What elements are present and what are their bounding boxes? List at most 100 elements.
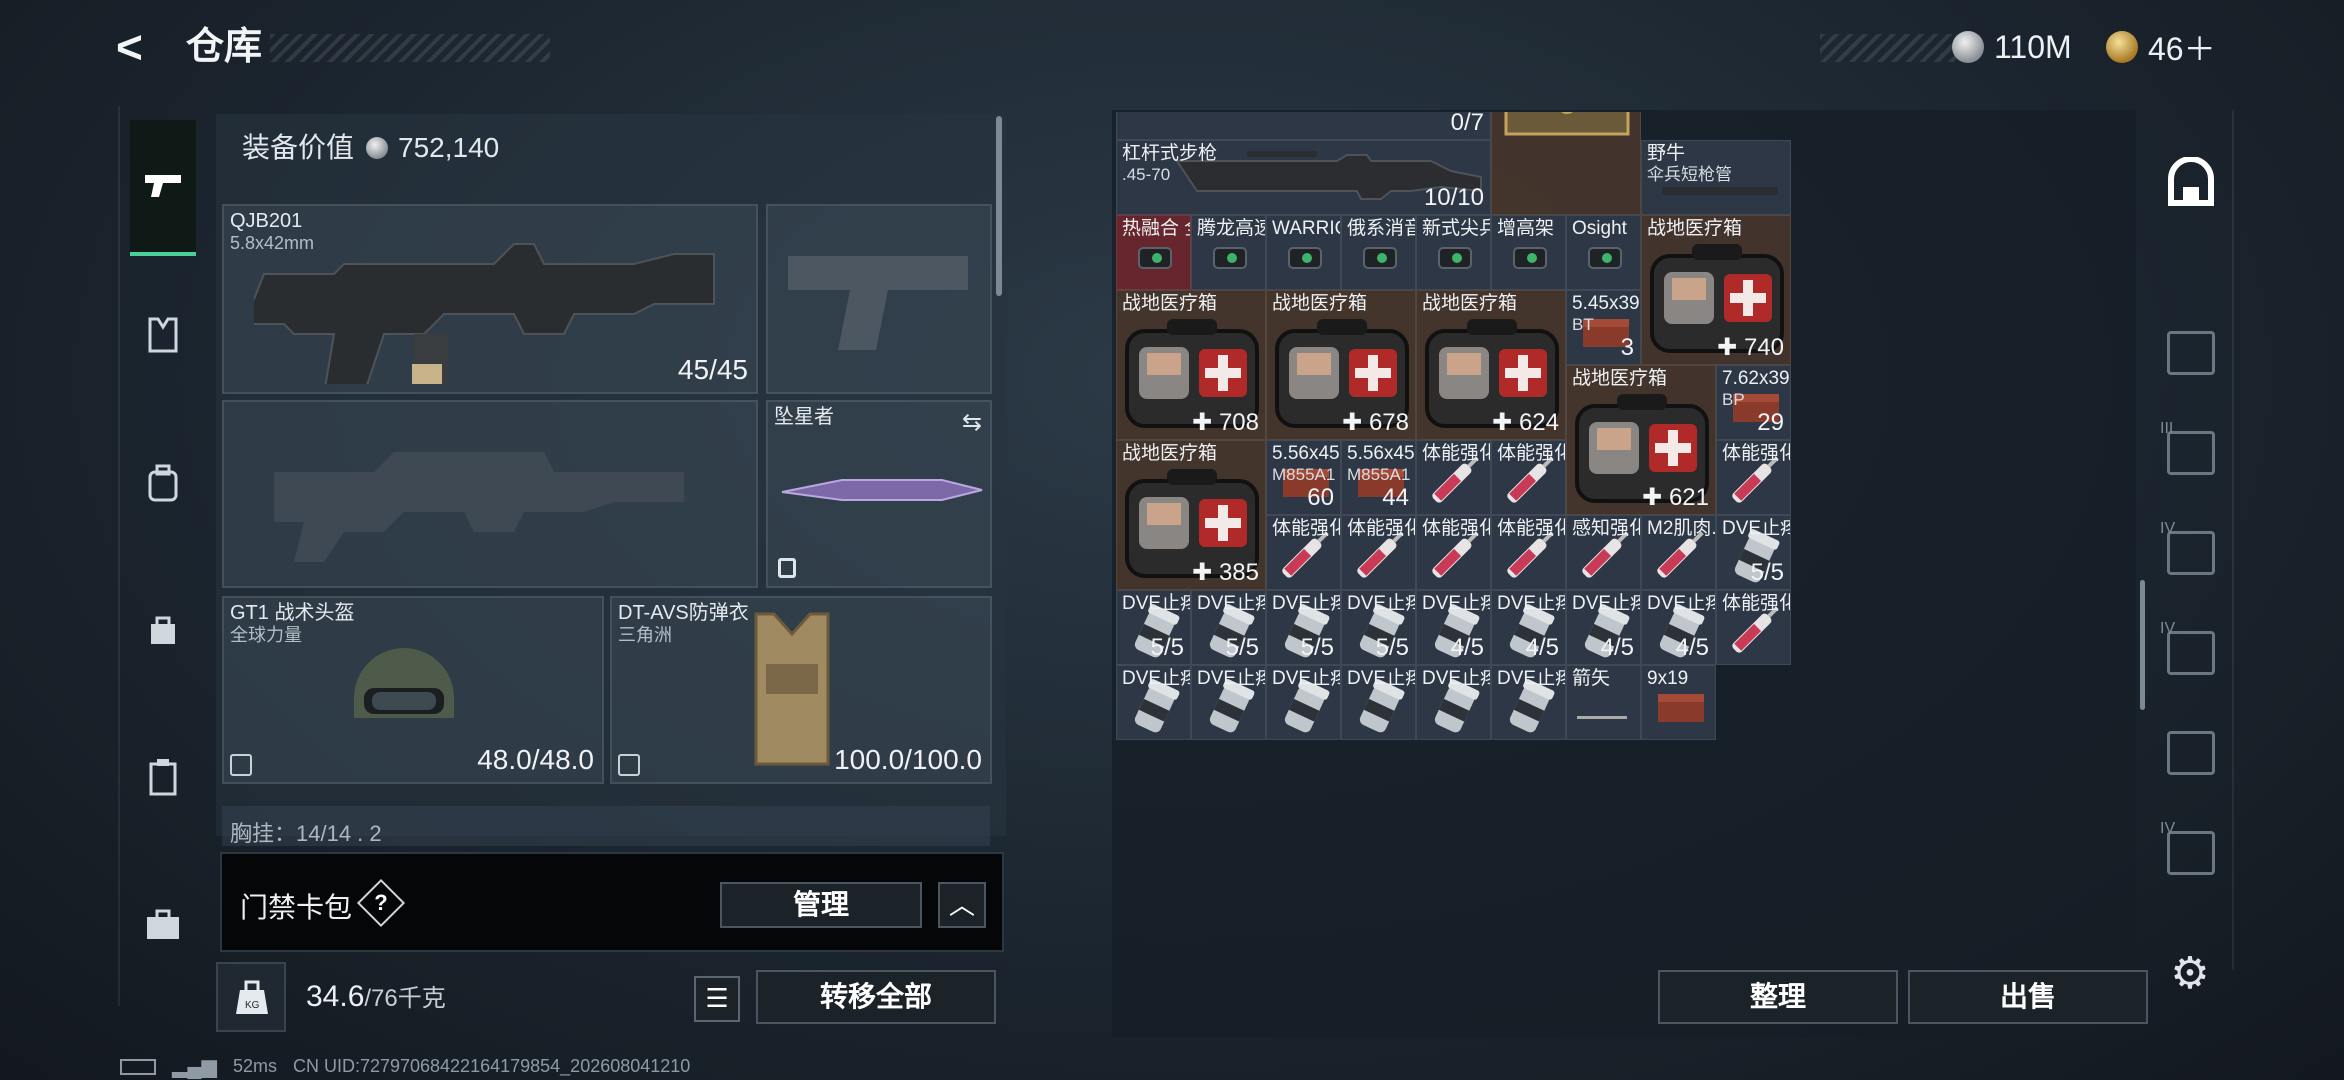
- armor-slot[interactable]: DT-AVS防弹衣 三角洲 100.0/100.0: [610, 596, 992, 784]
- help-icon[interactable]: ?: [364, 886, 398, 920]
- gold-currency[interactable]: 46＋: [2106, 26, 2216, 68]
- gold-amount: 46＋: [2148, 31, 2216, 67]
- gear-icon[interactable]: ⚙: [2164, 948, 2216, 1000]
- stash-item-rifle[interactable]: 杠杆式步枪 .45-70 10/10: [1116, 140, 1491, 215]
- sort-button[interactable]: 整理: [1658, 970, 1898, 1024]
- stash-item-dve7[interactable]: DVE止疼片 4/5: [1566, 590, 1641, 665]
- stash-item-med2[interactable]: 战地医疗箱 ✚ 708: [1116, 290, 1266, 440]
- manage-button[interactable]: 管理: [720, 882, 922, 928]
- nav-pouch-tab[interactable]: [130, 744, 196, 810]
- stash-item-dve3[interactable]: DVE止疼片 5/5: [1266, 590, 1341, 665]
- item-name: 5.56x45: [1347, 443, 1415, 464]
- stash-item-stim2[interactable]: 体能强化剂: [1491, 440, 1566, 515]
- container-2-icon[interactable]: [2158, 320, 2224, 386]
- item-name: 体能强化剂: [1272, 518, 1340, 539]
- list-view-icon[interactable]: ☰: [694, 976, 740, 1022]
- item-count: 3: [1620, 334, 1634, 361]
- pistol-slot[interactable]: [766, 204, 992, 394]
- stash-item-ammo556b[interactable]: 5.56x45 M855A1 44: [1341, 440, 1416, 515]
- stash-item-suppressor[interactable]: 俄系消音: [1341, 215, 1416, 290]
- stash-item-ammo545[interactable]: 5.45x39 BT 3: [1566, 290, 1641, 365]
- stash-item-stim3[interactable]: 体能强化剂: [1716, 440, 1791, 515]
- stash-item-med1[interactable]: 战地医疗箱 ✚ 740: [1641, 215, 1791, 365]
- stash-item-thermal[interactable]: 热融合 全息: [1116, 215, 1191, 290]
- stash-item-ammo556a[interactable]: 5.56x45 M855A1 60: [1266, 440, 1341, 515]
- container-5-icon[interactable]: IV: [2158, 620, 2224, 686]
- stash-item-dve4[interactable]: DVE止疼片 5/5: [1341, 590, 1416, 665]
- container-6-icon[interactable]: [2158, 720, 2224, 786]
- item-name: 体能强化剂: [1722, 443, 1790, 464]
- item-count: 4/5: [1675, 634, 1709, 661]
- stash-item-dve14[interactable]: DVE止疼片: [1491, 665, 1566, 740]
- stash-item-dve9[interactable]: DVE止疼片: [1116, 665, 1191, 740]
- nav-armor-tab[interactable]: [130, 302, 196, 368]
- stash-item-riser[interactable]: 增高架: [1491, 215, 1566, 290]
- stash-item-dve10[interactable]: DVE止疼片: [1191, 665, 1266, 740]
- nav-backpack-tab[interactable]: [130, 450, 196, 516]
- silver-currency[interactable]: 110M: [1952, 26, 2072, 68]
- stash-item-dve12[interactable]: DVE止疼片: [1341, 665, 1416, 740]
- stash-item-stim5[interactable]: 体能强化剂: [1341, 515, 1416, 590]
- item-count: 60: [1307, 484, 1334, 511]
- item-name: 体能强化剂: [1497, 443, 1565, 464]
- nav-bag-tab[interactable]: [130, 596, 196, 662]
- item-count: 5/5: [1150, 634, 1184, 661]
- knife-icon: [781, 479, 983, 501]
- collapse-button[interactable]: ︿: [938, 882, 986, 928]
- loadout-scrollbar[interactable]: [996, 116, 1002, 296]
- item-sub: BT: [1572, 315, 1594, 334]
- nav-case-tab[interactable]: [130, 892, 196, 958]
- stash-item-dve2[interactable]: DVE止疼片 5/5: [1191, 590, 1266, 665]
- stash-item-warrior[interactable]: WARRIO...: [1266, 215, 1341, 290]
- stash-item-dve6[interactable]: DVE止疼片 4/5: [1491, 590, 1566, 665]
- stash-item-dve1[interactable]: DVE止疼片 5/5: [1116, 590, 1191, 665]
- helmet-slot[interactable]: GT1 战术头盔 全球力量 48.0/48.0: [222, 596, 604, 784]
- stash-scrollbar[interactable]: [2140, 580, 2145, 710]
- container-3-icon[interactable]: III: [2158, 420, 2224, 486]
- melee-slot[interactable]: 坠星者 ⇆: [766, 400, 992, 588]
- stash-item-med6[interactable]: 战地医疗箱 ✚ 385: [1116, 440, 1266, 590]
- stash-item-stim7[interactable]: 体能强化剂: [1491, 515, 1566, 590]
- stash-item-dve13[interactable]: DVE止疼片: [1416, 665, 1491, 740]
- stash-item-ammo9[interactable]: 9x19: [1641, 665, 1716, 740]
- helmet-durability: 48.0/48.0: [477, 744, 594, 775]
- nav-weapons-tab[interactable]: [130, 120, 196, 256]
- stash-item-percep[interactable]: 感知强化剂: [1566, 515, 1641, 590]
- primary-weapon-slot[interactable]: QJB201 5.8x42mm 45/45: [222, 204, 758, 394]
- item-name: 体能强化剂: [1722, 593, 1790, 614]
- stash-item-r0c0[interactable]: 0/7: [1116, 112, 1491, 140]
- stash-item-stim8[interactable]: 体能强化剂: [1716, 590, 1791, 665]
- item-count: 29: [1757, 409, 1784, 436]
- transfer-all-button[interactable]: 转移全部: [756, 970, 996, 1024]
- stash-item-case[interactable]: [1491, 112, 1641, 215]
- stash-item-dve5[interactable]: DVE止疼片 4/5: [1416, 590, 1491, 665]
- item-name: 战地医疗箱: [1572, 368, 1668, 389]
- stash-item-dve8[interactable]: DVE止疼片 4/5: [1641, 590, 1716, 665]
- backpack-tab-icon[interactable]: [2158, 150, 2224, 216]
- stash-item-med3[interactable]: 战地医疗箱 ✚ 678: [1266, 290, 1416, 440]
- item-name: DVE止疼片: [1497, 668, 1565, 689]
- stash-item-arrow[interactable]: 箭矢: [1566, 665, 1641, 740]
- item-count: 4/5: [1450, 634, 1484, 661]
- stash-item-ammo762[interactable]: 7.62x39 BP 29: [1716, 365, 1791, 440]
- stash-item-barrel[interactable]: 野牛 伞兵短枪管: [1641, 140, 1791, 215]
- sell-button[interactable]: 出售: [1908, 970, 2148, 1024]
- chest-rig-row[interactable]: 胸挂：14/14 . 2: [222, 806, 990, 846]
- stash-item-osight[interactable]: Osight: [1566, 215, 1641, 290]
- container-4-icon[interactable]: IV: [2158, 520, 2224, 586]
- stash-item-grip[interactable]: 新式尖兵...: [1416, 215, 1491, 290]
- stash-item-tenglong[interactable]: 腾龙高速...: [1191, 215, 1266, 290]
- stash-item-dve11[interactable]: DVE止疼片: [1266, 665, 1341, 740]
- secondary-weapon-slot[interactable]: [222, 400, 758, 588]
- stash-item-med4[interactable]: 战地医疗箱 ✚ 624: [1416, 290, 1566, 440]
- stash-item-stim6[interactable]: 体能强化剂: [1416, 515, 1491, 590]
- container-7-icon[interactable]: IV: [2158, 820, 2224, 886]
- swap-icon[interactable]: ⇆: [962, 408, 982, 437]
- stash-item-dve0[interactable]: DVE止疼片 5/5: [1716, 515, 1791, 590]
- back-arrow-icon[interactable]: <: [116, 22, 164, 72]
- stash-item-stim4[interactable]: 体能强化剂: [1266, 515, 1341, 590]
- gold-coin-icon: [2106, 31, 2138, 63]
- stash-item-m2[interactable]: M2肌肉...: [1641, 515, 1716, 590]
- stash-item-med5[interactable]: 战地医疗箱 ✚ 621: [1566, 365, 1716, 515]
- stash-item-stim1[interactable]: 体能强化剂: [1416, 440, 1491, 515]
